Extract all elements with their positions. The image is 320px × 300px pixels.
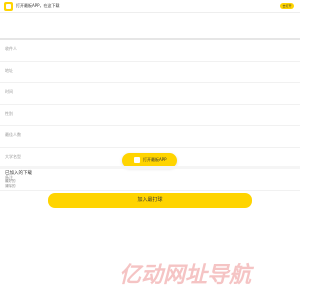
join-button[interactable]: 加入最打球 bbox=[48, 193, 252, 208]
section-text: 清除的 bbox=[5, 184, 16, 188]
form-field-address[interactable]: 地址 bbox=[0, 62, 300, 83]
top-bar: 打开最板APP，在这下载 去打开 bbox=[0, 0, 300, 13]
field-label: 性别 bbox=[5, 110, 13, 116]
watermark-logo: 亿动网址导航 bbox=[119, 263, 252, 288]
top-bar-title: 打开最板APP，在这下载 bbox=[16, 3, 60, 8]
field-label: 最佳人数 bbox=[5, 132, 21, 137]
form-field-time[interactable]: 时间 bbox=[0, 83, 300, 105]
header-area bbox=[0, 13, 300, 39]
open-app-button[interactable]: 去打开 bbox=[280, 3, 294, 9]
floating-button-label: 打开最板APP bbox=[143, 157, 167, 162]
field-label: 地址 bbox=[5, 67, 13, 73]
field-label: 时间 bbox=[5, 89, 13, 94]
app-mini-icon bbox=[134, 157, 140, 163]
joined-section: 已加入的下载 最好的 清除的 bbox=[0, 169, 300, 193]
field-label: 收件人 bbox=[5, 46, 17, 51]
field-label: 大学名型 bbox=[5, 153, 21, 159]
section-title: 已加入的下载 bbox=[5, 171, 32, 176]
form-field-count[interactable]: 最佳人数 bbox=[0, 126, 300, 148]
form-field-gender[interactable]: 性别 bbox=[0, 105, 300, 126]
form-field-recipient[interactable]: 收件人 bbox=[0, 40, 300, 62]
app-logo-icon bbox=[4, 2, 13, 11]
